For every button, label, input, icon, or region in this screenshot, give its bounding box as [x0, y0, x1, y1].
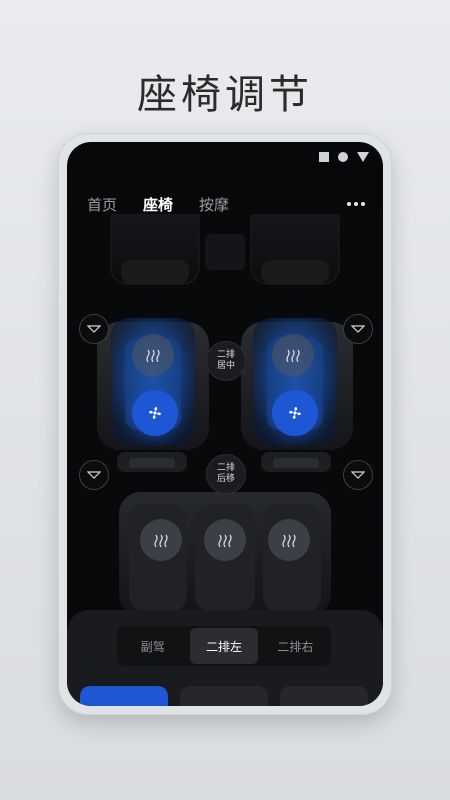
- more-icon[interactable]: [347, 202, 365, 206]
- left-seat-heat-button[interactable]: [132, 334, 174, 376]
- seat-tilt-icon: [87, 325, 101, 333]
- tab-seat[interactable]: 座椅: [143, 194, 173, 215]
- bottom-tiles: [80, 686, 383, 706]
- primary-action-tile[interactable]: [80, 686, 168, 706]
- heat-icon: [146, 349, 160, 362]
- seat-layout: 二排 居中 二排 后移: [67, 203, 383, 616]
- circle-icon: [338, 152, 348, 162]
- right-seat-heat-button[interactable]: [272, 334, 314, 376]
- third-row-right-heat-button[interactable]: [268, 519, 310, 561]
- seat-selector: 副驾 二排左 二排右: [117, 626, 331, 666]
- third-row-left-heat-button[interactable]: [140, 519, 182, 561]
- square-icon: [319, 152, 329, 162]
- seat-option-passenger[interactable]: 副驾: [119, 628, 186, 664]
- heat-icon: [282, 534, 296, 547]
- second-row-back-line1: 二排: [216, 463, 235, 473]
- front-right-seat: [250, 203, 340, 285]
- fan-icon: [289, 407, 301, 419]
- seat-tilt-icon: [351, 325, 365, 333]
- heat-icon: [218, 534, 232, 547]
- second-row-center-line2: 居中: [216, 361, 235, 371]
- page-headline: 座椅调节: [137, 72, 313, 118]
- tab-bar: 首页 座椅 按摩: [87, 194, 229, 215]
- tertiary-action-tile[interactable]: [280, 686, 368, 706]
- right-seat-ventilation-button[interactable]: [272, 390, 318, 436]
- seat-option-second-row-left[interactable]: 二排左: [190, 628, 258, 664]
- left-rear-adjust-button[interactable]: [79, 460, 109, 490]
- seat-tilt-icon: [351, 471, 365, 479]
- app-screen: 首页 座椅 按摩 二排 居中 二排 后移 副驾 二排左 二排右: [67, 142, 383, 706]
- heat-icon: [286, 349, 300, 362]
- second-row-center-button[interactable]: 二排 居中: [206, 341, 246, 381]
- bottom-panel: 副驾 二排左 二排右: [67, 610, 383, 706]
- tab-home[interactable]: 首页: [87, 194, 117, 215]
- left-seat-ventilation-button[interactable]: [132, 390, 178, 436]
- right-seat-adjust-button[interactable]: [343, 314, 373, 344]
- heat-icon: [154, 534, 168, 547]
- seat-tilt-icon: [87, 471, 101, 479]
- second-row-center-line1: 二排: [216, 350, 235, 360]
- seat-option-second-row-right[interactable]: 二排右: [262, 628, 329, 664]
- phone-frame: 首页 座椅 按摩 二排 居中 二排 后移 副驾 二排左 二排右: [58, 133, 392, 715]
- second-row-back-button[interactable]: 二排 后移: [206, 454, 246, 494]
- tab-massage[interactable]: 按摩: [199, 194, 229, 215]
- front-left-seat: [110, 203, 200, 285]
- left-seat-adjust-button[interactable]: [79, 314, 109, 344]
- triangle-icon: [357, 152, 369, 162]
- right-rear-adjust-button[interactable]: [343, 460, 373, 490]
- status-bar: [319, 152, 369, 162]
- second-row-back-line2: 后移: [216, 474, 235, 484]
- secondary-action-tile[interactable]: [180, 686, 268, 706]
- third-row-center-heat-button[interactable]: [204, 519, 246, 561]
- fan-icon: [149, 407, 161, 419]
